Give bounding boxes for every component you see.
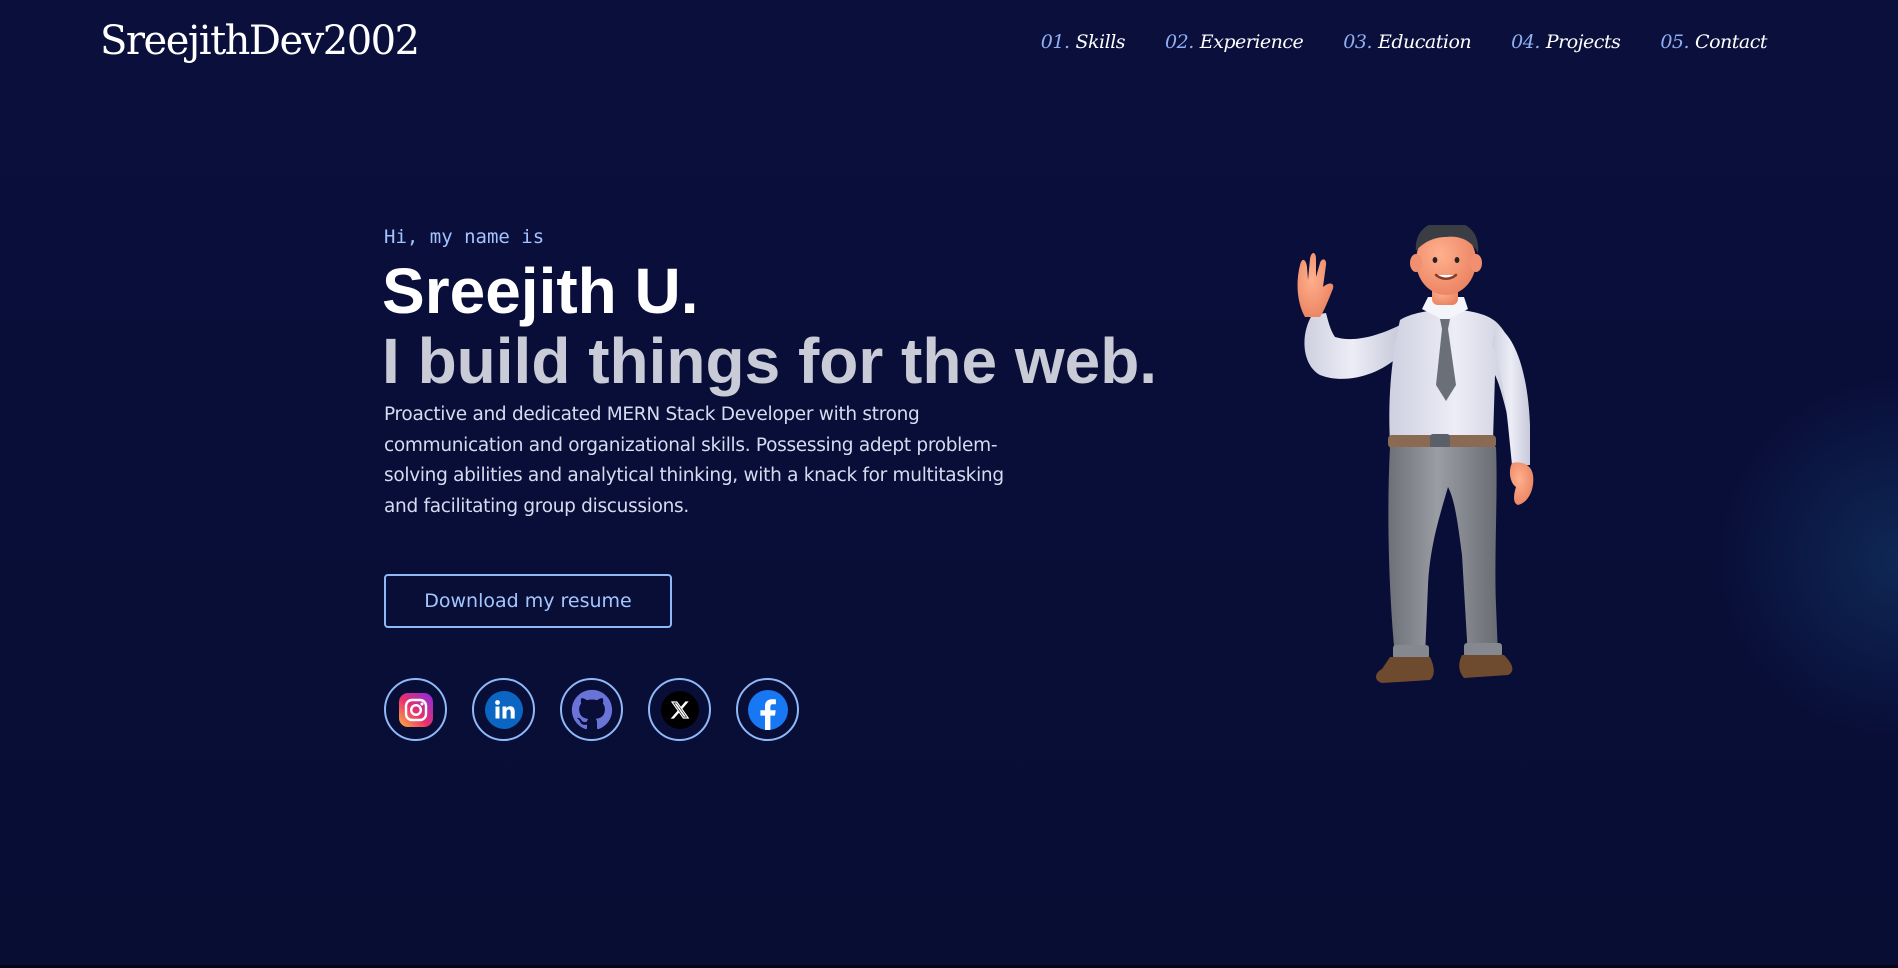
nav-number: 05. [1660,31,1690,53]
facebook-icon [747,689,788,730]
nav-number: 04. [1511,31,1540,53]
nav-label: Contact [1695,31,1767,53]
waving-character-illustration [1297,225,1534,683]
nav-label: Projects [1545,31,1621,53]
nav-item-contact[interactable]: 05. Contact [1660,31,1767,53]
x-twitter-icon [660,690,699,729]
nav-item-skills[interactable]: 01. Skills [1040,31,1126,53]
instagram-icon [398,692,433,727]
hero-tagline: I build things for the web. [382,325,1158,397]
main-nav: 01. Skills 02. Experience 03. Education 04.… [1040,31,1768,53]
nav-number: 03. [1343,31,1372,53]
download-resume-button[interactable]: Download my resume [384,574,672,628]
github-icon [571,689,612,729]
nav-number: 02. [1165,31,1194,53]
nav-label: Skills [1075,31,1126,53]
nav-label: Experience [1199,31,1304,53]
hero-name: Sreejith U. [382,255,699,327]
instagram-link[interactable] [384,678,447,741]
github-link[interactable] [560,678,623,741]
greeting-text: Hi, my name is [384,226,545,248]
nav-item-projects[interactable]: 04. Projects [1511,31,1621,53]
hero-bio: Proactive and dedicated MERN Stack Devel… [384,404,1004,517]
nav-item-education[interactable]: 03. Education [1343,31,1471,53]
nav-item-experience[interactable]: 02. Experience [1165,31,1304,53]
social-links [384,678,799,741]
linkedin-icon [484,690,523,729]
facebook-link[interactable] [736,678,799,741]
x-twitter-link[interactable] [648,678,711,741]
linkedin-link[interactable] [472,678,535,741]
site-logo[interactable]: SreejithDev2002 [100,18,420,64]
nav-label: Education [1378,31,1472,53]
nav-number: 01. [1040,31,1070,53]
page: SreejithDev2002 01. Skills 02. Experience … [0,0,1898,968]
